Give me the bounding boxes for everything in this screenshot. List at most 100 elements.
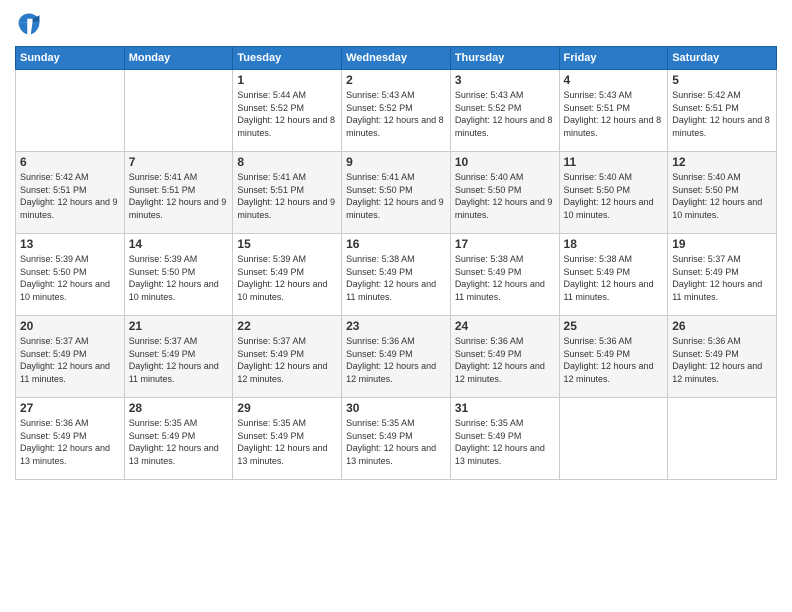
day-info: Sunrise: 5:40 AMSunset: 5:50 PMDaylight:… bbox=[455, 171, 555, 221]
day-number: 22 bbox=[237, 319, 337, 333]
calendar-cell: 22 Sunrise: 5:37 AMSunset: 5:49 PMDayligh… bbox=[233, 316, 342, 398]
day-info: Sunrise: 5:35 AMSunset: 5:49 PMDaylight:… bbox=[129, 417, 229, 467]
day-info: Sunrise: 5:39 AMSunset: 5:50 PMDaylight:… bbox=[129, 253, 229, 303]
calendar-cell: 16 Sunrise: 5:38 AMSunset: 5:49 PMDayligh… bbox=[342, 234, 451, 316]
day-info: Sunrise: 5:36 AMSunset: 5:49 PMDaylight:… bbox=[455, 335, 555, 385]
day-info: Sunrise: 5:36 AMSunset: 5:49 PMDaylight:… bbox=[346, 335, 446, 385]
calendar-cell: 4 Sunrise: 5:43 AMSunset: 5:51 PMDaylight… bbox=[559, 70, 668, 152]
calendar-cell: 15Sunrise: 5:39 AMSunset: 5:49 PMDayligh… bbox=[233, 234, 342, 316]
day-header-saturday: Saturday bbox=[668, 47, 777, 70]
day-info: Sunrise: 5:35 AMSunset: 5:49 PMDaylight:… bbox=[346, 417, 446, 467]
calendar-cell: 7 Sunrise: 5:41 AMSunset: 5:51 PMDaylight… bbox=[124, 152, 233, 234]
day-header-sunday: Sunday bbox=[16, 47, 125, 70]
day-header-thursday: Thursday bbox=[450, 47, 559, 70]
day-info: Sunrise: 5:39 AMSunset: 5:50 PMDaylight:… bbox=[20, 253, 120, 303]
calendar-cell: 10 Sunrise: 5:40 AMSunset: 5:50 PMDayligh… bbox=[450, 152, 559, 234]
calendar-cell: 3 Sunrise: 5:43 AMSunset: 5:52 PMDaylight… bbox=[450, 70, 559, 152]
day-number: 27 bbox=[20, 401, 120, 415]
day-number: 31 bbox=[455, 401, 555, 415]
calendar-cell: 8 Sunrise: 5:41 AMSunset: 5:51 PMDaylight… bbox=[233, 152, 342, 234]
day-info: Sunrise: 5:37 AMSunset: 5:49 PMDaylight:… bbox=[672, 253, 772, 303]
day-info: Sunrise: 5:43 AMSunset: 5:52 PMDaylight:… bbox=[455, 89, 555, 139]
calendar-week-3: 20 Sunrise: 5:37 AMSunset: 5:49 PMDayligh… bbox=[16, 316, 777, 398]
day-info: Sunrise: 5:37 AMSunset: 5:49 PMDaylight:… bbox=[237, 335, 337, 385]
calendar-cell: 28 Sunrise: 5:35 AMSunset: 5:49 PMDayligh… bbox=[124, 398, 233, 480]
day-info: Sunrise: 5:38 AMSunset: 5:49 PMDaylight:… bbox=[346, 253, 446, 303]
day-info: Sunrise: 5:41 AMSunset: 5:51 PMDaylight:… bbox=[237, 171, 337, 221]
day-number: 21 bbox=[129, 319, 229, 333]
calendar-cell: 14 Sunrise: 5:39 AMSunset: 5:50 PMDayligh… bbox=[124, 234, 233, 316]
logo-icon bbox=[15, 10, 43, 38]
day-number: 4 bbox=[564, 73, 664, 87]
day-number: 6 bbox=[20, 155, 120, 169]
calendar-week-4: 27 Sunrise: 5:36 AMSunset: 5:49 PMDayligh… bbox=[16, 398, 777, 480]
day-info: Sunrise: 5:38 AMSunset: 5:49 PMDaylight:… bbox=[564, 253, 664, 303]
day-number: 12 bbox=[672, 155, 772, 169]
day-info: Sunrise: 5:42 AMSunset: 5:51 PMDaylight:… bbox=[20, 171, 120, 221]
day-number: 10 bbox=[455, 155, 555, 169]
calendar-cell bbox=[124, 70, 233, 152]
day-info: Sunrise: 5:36 AMSunset: 5:49 PMDaylight:… bbox=[20, 417, 120, 467]
day-number: 19 bbox=[672, 237, 772, 251]
day-number: 29 bbox=[237, 401, 337, 415]
day-info: Sunrise: 5:38 AMSunset: 5:49 PMDaylight:… bbox=[455, 253, 555, 303]
day-info: Sunrise: 5:43 AMSunset: 5:51 PMDaylight:… bbox=[564, 89, 664, 139]
day-number: 16 bbox=[346, 237, 446, 251]
day-number: 18 bbox=[564, 237, 664, 251]
calendar-cell: 30 Sunrise: 5:35 AMSunset: 5:49 PMDayligh… bbox=[342, 398, 451, 480]
day-header-friday: Friday bbox=[559, 47, 668, 70]
day-number: 5 bbox=[672, 73, 772, 87]
calendar-cell: 1 Sunrise: 5:44 AMSunset: 5:52 PMDaylight… bbox=[233, 70, 342, 152]
day-info: Sunrise: 5:40 AMSunset: 5:50 PMDaylight:… bbox=[672, 171, 772, 221]
day-number: 25 bbox=[564, 319, 664, 333]
calendar-cell: 29 Sunrise: 5:35 AMSunset: 5:49 PMDayligh… bbox=[233, 398, 342, 480]
day-number: 9 bbox=[346, 155, 446, 169]
calendar-cell: 19 Sunrise: 5:37 AMSunset: 5:49 PMDayligh… bbox=[668, 234, 777, 316]
day-number: 28 bbox=[129, 401, 229, 415]
day-number: 13 bbox=[20, 237, 120, 251]
day-number: 8 bbox=[237, 155, 337, 169]
calendar-cell: 17Sunrise: 5:38 AMSunset: 5:49 PMDayligh… bbox=[450, 234, 559, 316]
calendar-cell: 23Sunrise: 5:36 AMSunset: 5:49 PMDayligh… bbox=[342, 316, 451, 398]
calendar-week-2: 13 Sunrise: 5:39 AMSunset: 5:50 PMDayligh… bbox=[16, 234, 777, 316]
day-info: Sunrise: 5:41 AMSunset: 5:51 PMDaylight:… bbox=[129, 171, 229, 221]
day-number: 24 bbox=[455, 319, 555, 333]
calendar-cell: 13 Sunrise: 5:39 AMSunset: 5:50 PMDayligh… bbox=[16, 234, 125, 316]
calendar-cell: 27 Sunrise: 5:36 AMSunset: 5:49 PMDayligh… bbox=[16, 398, 125, 480]
day-info: Sunrise: 5:35 AMSunset: 5:49 PMDaylight:… bbox=[237, 417, 337, 467]
calendar-table: SundayMondayTuesdayWednesdayThursdayFrid… bbox=[15, 46, 777, 480]
day-number: 11 bbox=[564, 155, 664, 169]
calendar-cell bbox=[559, 398, 668, 480]
calendar-week-0: 1 Sunrise: 5:44 AMSunset: 5:52 PMDaylight… bbox=[16, 70, 777, 152]
day-number: 7 bbox=[129, 155, 229, 169]
calendar-cell: 5 Sunrise: 5:42 AMSunset: 5:51 PMDaylight… bbox=[668, 70, 777, 152]
calendar-header-row: SundayMondayTuesdayWednesdayThursdayFrid… bbox=[16, 47, 777, 70]
calendar-cell: 11Sunrise: 5:40 AMSunset: 5:50 PMDayligh… bbox=[559, 152, 668, 234]
calendar-cell: 25Sunrise: 5:36 AMSunset: 5:49 PMDayligh… bbox=[559, 316, 668, 398]
calendar-cell: 31 Sunrise: 5:35 AMSunset: 5:49 PMDayligh… bbox=[450, 398, 559, 480]
day-number: 30 bbox=[346, 401, 446, 415]
calendar-cell: 21 Sunrise: 5:37 AMSunset: 5:49 PMDayligh… bbox=[124, 316, 233, 398]
calendar-cell bbox=[668, 398, 777, 480]
calendar-cell: 24 Sunrise: 5:36 AMSunset: 5:49 PMDayligh… bbox=[450, 316, 559, 398]
day-info: Sunrise: 5:36 AMSunset: 5:49 PMDaylight:… bbox=[672, 335, 772, 385]
calendar-cell: 9 Sunrise: 5:41 AMSunset: 5:50 PMDaylight… bbox=[342, 152, 451, 234]
day-info: Sunrise: 5:35 AMSunset: 5:49 PMDaylight:… bbox=[455, 417, 555, 467]
calendar-cell: 2Sunrise: 5:43 AMSunset: 5:52 PMDaylight… bbox=[342, 70, 451, 152]
day-info: Sunrise: 5:42 AMSunset: 5:51 PMDaylight:… bbox=[672, 89, 772, 139]
header bbox=[15, 10, 777, 38]
calendar-cell: 26 Sunrise: 5:36 AMSunset: 5:49 PMDayligh… bbox=[668, 316, 777, 398]
day-info: Sunrise: 5:41 AMSunset: 5:50 PMDaylight:… bbox=[346, 171, 446, 221]
calendar-cell: 12 Sunrise: 5:40 AMSunset: 5:50 PMDayligh… bbox=[668, 152, 777, 234]
day-number: 20 bbox=[20, 319, 120, 333]
day-number: 26 bbox=[672, 319, 772, 333]
calendar-cell: 6 Sunrise: 5:42 AMSunset: 5:51 PMDaylight… bbox=[16, 152, 125, 234]
day-number: 14 bbox=[129, 237, 229, 251]
calendar-cell: 18 Sunrise: 5:38 AMSunset: 5:49 PMDayligh… bbox=[559, 234, 668, 316]
day-info: Sunrise: 5:43 AMSunset: 5:52 PMDaylight:… bbox=[346, 89, 446, 139]
day-info: Sunrise: 5:44 AMSunset: 5:52 PMDaylight:… bbox=[237, 89, 337, 139]
logo bbox=[15, 10, 47, 38]
day-info: Sunrise: 5:37 AMSunset: 5:49 PMDaylight:… bbox=[129, 335, 229, 385]
day-number: 3 bbox=[455, 73, 555, 87]
day-number: 1 bbox=[237, 73, 337, 87]
